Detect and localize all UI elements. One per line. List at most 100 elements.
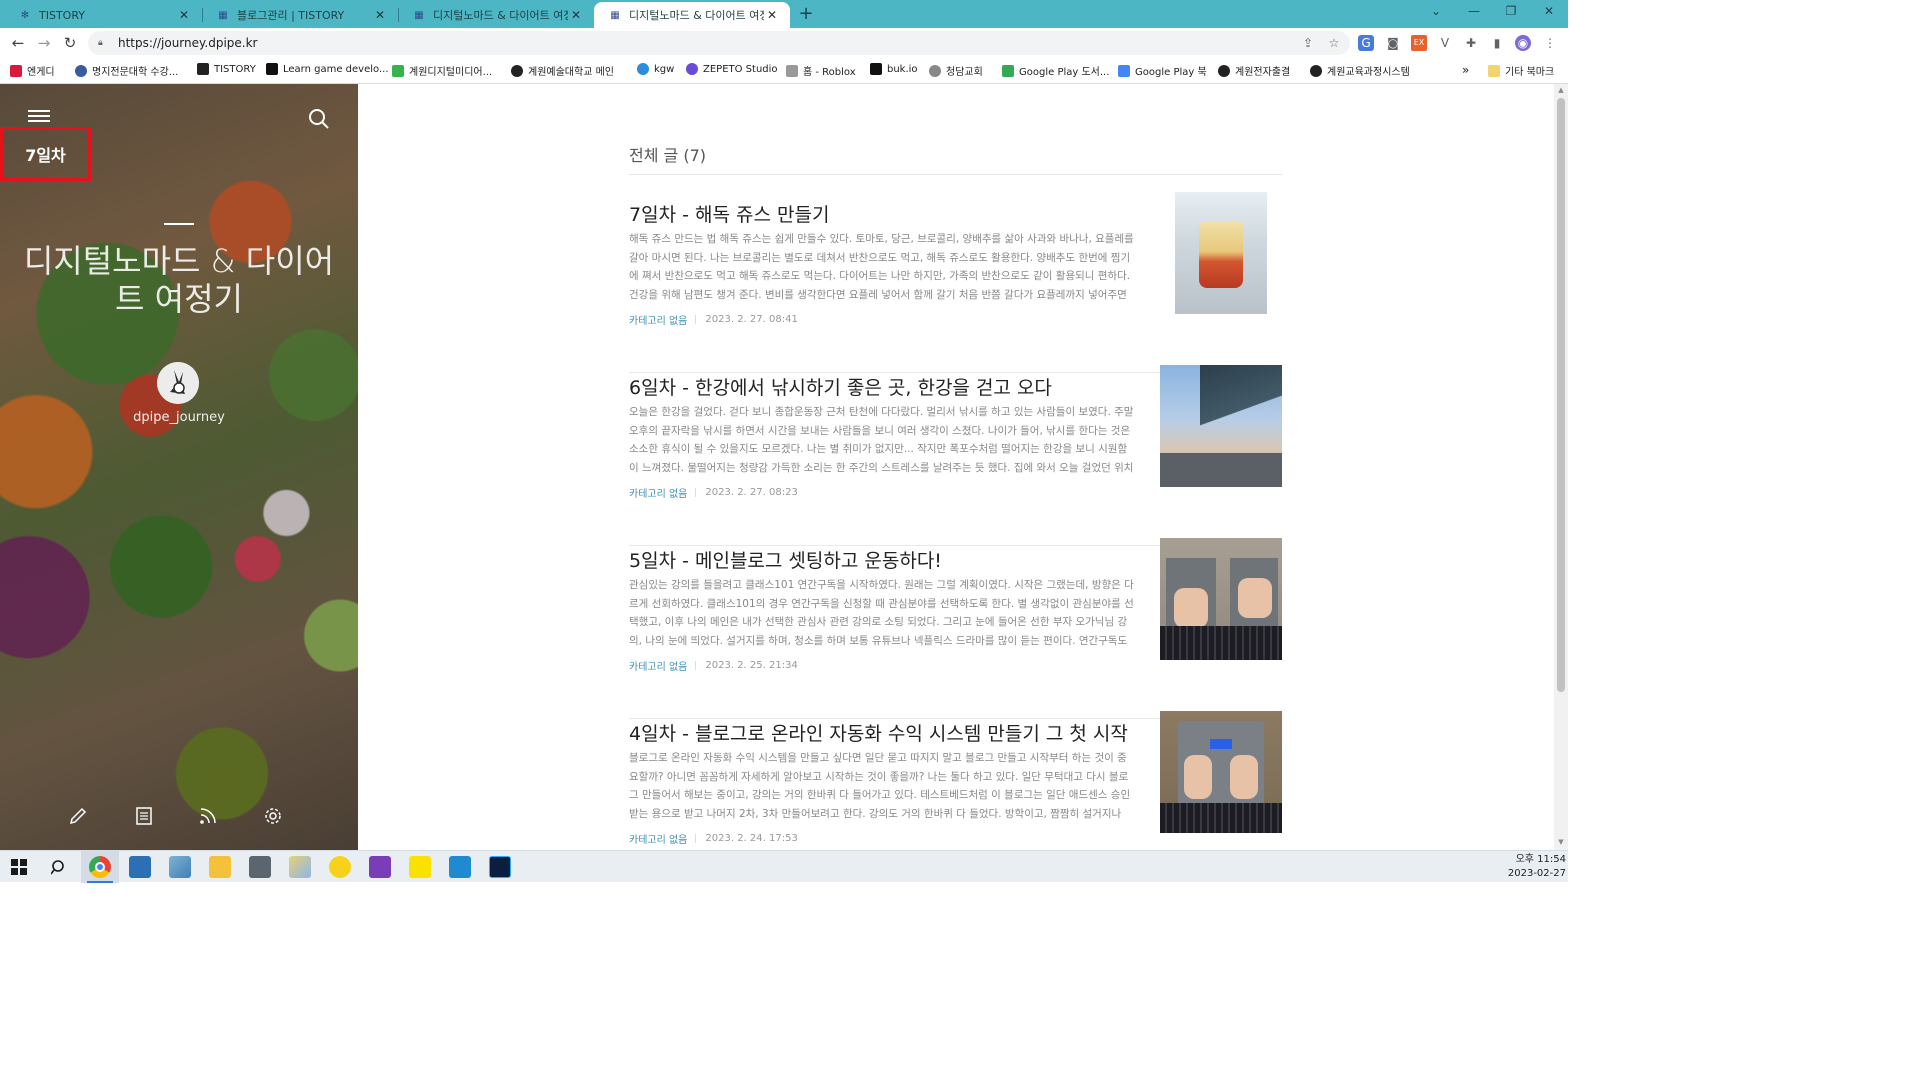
post-thumbnail[interactable]	[1160, 538, 1282, 660]
list-item[interactable]: 5일차 - 메인블로그 셋팅하고 운동하다! 관심있는 강의를 들을려고 클래스…	[629, 538, 1282, 719]
game-app-icon[interactable]	[369, 856, 391, 878]
paint-icon[interactable]	[289, 856, 311, 878]
write-pencil-icon[interactable]	[68, 806, 88, 826]
post-title[interactable]: 6일차 - 한강에서 낚시하기 좋은 곳, 한강을 걷고 오다	[629, 373, 1052, 400]
bookmark-item[interactable]: 계원교육과정시스템	[1310, 63, 1410, 78]
avatar[interactable]	[157, 362, 199, 404]
profile-avatar-icon[interactable]: ◉	[1515, 35, 1531, 51]
close-window-icon[interactable]: ✕	[1539, 4, 1559, 18]
scroll-down-icon[interactable]: ▼	[1557, 838, 1565, 846]
blog-title[interactable]: 디지털노마드 & 다이어트 여정기	[20, 242, 338, 318]
other-bookmarks-folder[interactable]: 기타 북마크	[1488, 63, 1554, 78]
new-tab-button[interactable]: +	[796, 4, 816, 24]
search-icon[interactable]	[308, 108, 330, 130]
calculator-icon[interactable]	[249, 856, 271, 878]
gear-icon[interactable]	[263, 806, 283, 826]
tab-blog-active[interactable]: ▦ 디지털노마드 & 다이어트 여정기 ✕	[594, 2, 790, 28]
bookmark-item[interactable]: Google Play 북	[1118, 63, 1207, 78]
file-explorer-icon[interactable]	[209, 856, 231, 878]
bookmark-item[interactable]: 홈 - Roblox	[786, 63, 856, 78]
back-icon[interactable]: ←	[8, 33, 28, 53]
blog-owner-name[interactable]: dpipe_journey	[0, 410, 358, 425]
chrome-icon[interactable]	[89, 856, 111, 878]
tab-blog[interactable]: ▦ 디지털노마드 & 다이어트 여정기 ✕	[398, 2, 594, 28]
tab-title: 블로그관리 | TISTORY	[237, 9, 345, 22]
folder-icon	[1488, 64, 1500, 77]
bookmark-item[interactable]: 계원예술대학교 메인	[511, 63, 614, 78]
browser-menu-icon[interactable]: ⋮	[1542, 35, 1558, 51]
post-excerpt[interactable]: 블로그로 온라인 자동화 수익 시스템을 만들고 싶다면 일단 묻고 따지지 말…	[629, 749, 1134, 823]
side-panel-icon[interactable]: ▮	[1489, 35, 1505, 51]
list-item[interactable]: 4일차 - 블로그로 온라인 자동화 수익 시스템 만들기 그 첫 시작 블로그…	[629, 711, 1282, 850]
post-title[interactable]: 5일차 - 메인블로그 셋팅하고 운동하다!	[629, 546, 942, 573]
post-title[interactable]: 7일차 - 해독 쥬스 만들기	[629, 200, 829, 227]
photoshop-icon[interactable]	[489, 856, 511, 878]
current-category-label[interactable]: 7일차	[0, 127, 91, 181]
search-icon[interactable]	[51, 859, 67, 875]
tab-search-icon[interactable]: ⌄	[1426, 4, 1446, 18]
address-bar[interactable]: 🔒︎ https://journey.dpipe.kr	[88, 31, 1350, 55]
chat-app-icon[interactable]	[329, 856, 351, 878]
page-scrollbar[interactable]: ▲ ▼	[1554, 84, 1568, 850]
extensions-puzzle-icon[interactable]: ✚	[1463, 35, 1479, 51]
vscode-icon[interactable]	[449, 856, 471, 878]
title-divider	[164, 223, 194, 225]
bookmark-item[interactable]: kgw	[637, 63, 674, 75]
post-excerpt[interactable]: 오늘은 한강을 걸었다. 걷다 보니 종합운동장 근처 탄천에 다다랐다. 멀리…	[629, 403, 1134, 477]
scrollbar-thumb[interactable]	[1557, 98, 1565, 692]
rss-icon[interactable]	[198, 806, 218, 826]
close-icon[interactable]: ✕	[176, 8, 192, 22]
bookmark-favicon-icon	[929, 64, 941, 77]
scroll-up-icon[interactable]: ▲	[1557, 86, 1565, 94]
bookmark-favicon-icon	[197, 63, 209, 75]
post-category[interactable]: 카테고리 없음	[629, 831, 687, 846]
post-category[interactable]: 카테고리 없음	[629, 658, 687, 673]
post-thumbnail[interactable]	[1175, 192, 1267, 314]
minimize-icon[interactable]: —	[1464, 4, 1484, 18]
share-icon[interactable]: ⇪	[1300, 35, 1316, 51]
juice-cup-image	[1199, 222, 1243, 288]
remote-desktop-icon[interactable]	[129, 856, 151, 878]
app-icon[interactable]	[169, 856, 191, 878]
clock-time: 오후 11:54	[1515, 854, 1566, 865]
windows-start-icon[interactable]	[11, 859, 27, 875]
post-category[interactable]: 카테고리 없음	[629, 485, 687, 500]
bookmark-item[interactable]: Learn game develo...	[266, 63, 389, 75]
bookmark-item[interactable]: 명지전문대학 수강...	[75, 63, 178, 78]
camera-extension-icon[interactable]: ◙	[1385, 35, 1401, 51]
close-icon[interactable]: ✕	[372, 8, 388, 22]
bookmark-item[interactable]: 계원전자출결	[1218, 63, 1290, 78]
post-excerpt[interactable]: 해독 쥬스 만드는 법 해독 쥬스는 쉽게 만들수 있다. 토마토, 당근, 브…	[629, 230, 1134, 304]
bookmark-item[interactable]: ZEPETO Studio	[686, 63, 778, 75]
post-thumbnail[interactable]	[1160, 365, 1282, 487]
post-category[interactable]: 카테고리 없음	[629, 312, 687, 327]
vuetify-extension-icon[interactable]: V	[1437, 35, 1453, 51]
close-icon[interactable]: ✕	[764, 8, 780, 22]
ex-extension-icon[interactable]: EX	[1411, 35, 1427, 51]
list-item[interactable]: 7일차 - 해독 쥬스 만들기 해독 쥬스 만드는 법 해독 쥬스는 쉽게 만들…	[629, 192, 1282, 373]
reload-icon[interactable]: ↻	[60, 33, 80, 53]
bookmark-item[interactable]: Google Play 도서...	[1002, 63, 1109, 78]
post-excerpt[interactable]: 관심있는 강의를 들을려고 클래스101 연간구독을 시작하였다. 원래는 그럴…	[629, 576, 1134, 650]
menu-icon[interactable]	[28, 110, 50, 122]
system-clock[interactable]: 오후 11:54 2023-02-27	[1496, 853, 1566, 881]
post-thumbnail[interactable]	[1160, 711, 1282, 833]
guestbook-icon[interactable]	[134, 806, 154, 826]
bookmark-item[interactable]: 엔게디	[10, 63, 55, 78]
translate-extension-icon[interactable]: G	[1358, 35, 1374, 51]
post-title[interactable]: 4일차 - 블로그로 온라인 자동화 수익 시스템 만들기 그 첫 시작	[629, 719, 1128, 746]
bookmark-item[interactable]: TISTORY	[197, 63, 256, 75]
bookmark-item[interactable]: 계원디지털미디어...	[392, 63, 492, 78]
tab-blog-manage[interactable]: ▦ 블로그관리 | TISTORY ✕	[202, 2, 398, 28]
more-bookmarks-button[interactable]: »	[1462, 63, 1469, 77]
tab-tistory[interactable]: ✻ TISTORY ✕	[4, 2, 202, 28]
kakaotalk-icon[interactable]	[409, 856, 431, 878]
list-item[interactable]: 6일차 - 한강에서 낚시하기 좋은 곳, 한강을 걷고 오다 오늘은 한강을 …	[629, 365, 1282, 546]
bridge-image	[1200, 365, 1282, 435]
restore-icon[interactable]: ❐	[1501, 4, 1521, 18]
bookmark-star-icon[interactable]: ☆	[1326, 35, 1342, 51]
close-icon[interactable]: ✕	[568, 8, 584, 22]
forward-icon[interactable]: →	[34, 33, 54, 53]
bookmark-item[interactable]: 청담교회	[929, 63, 983, 78]
bookmark-item[interactable]: buk.io	[870, 63, 918, 75]
